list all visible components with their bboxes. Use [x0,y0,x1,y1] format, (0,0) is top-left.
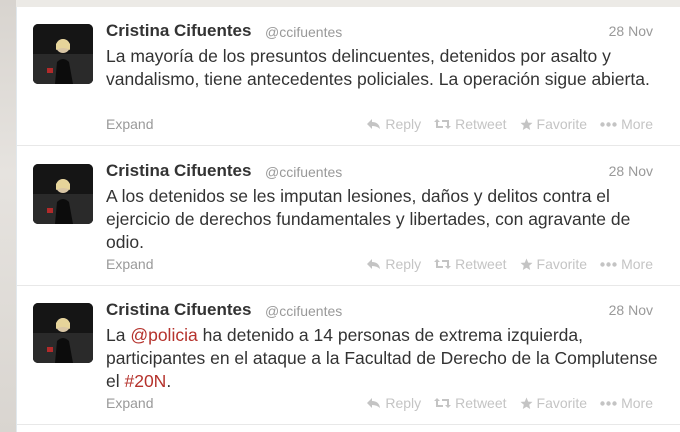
retweet-label: Retweet [455,116,507,132]
more-label: More [621,116,653,132]
reply-button[interactable]: Reply [366,256,421,272]
tweet-actions: Reply Retweet Favorite More [366,256,653,272]
reply-button[interactable]: Reply [366,395,421,411]
tweet-date[interactable]: 28 Nov [609,302,653,318]
more-label: More [621,256,653,272]
tweet-text-segment: A los detenidos se les imputan lesiones,… [106,186,631,252]
reply-icon [367,398,381,408]
author-handle[interactable]: @ccifuentes [265,24,342,40]
retweet-button[interactable]: Retweet [434,256,507,272]
tweet-date[interactable]: 28 Nov [609,163,653,179]
author-handle[interactable]: @ccifuentes [265,164,342,180]
more-button[interactable]: More [600,395,653,411]
tweet-text-segment: La mayoría de los presuntos delincuentes… [106,46,650,89]
retweet-label: Retweet [455,256,507,272]
tweet-text: La mayoría de los presuntos delincuentes… [106,45,666,91]
more-icon [600,400,617,406]
reply-label: Reply [385,256,422,272]
avatar[interactable] [33,164,93,224]
author-handle[interactable]: @ccifuentes [265,303,342,319]
retweet-icon [434,259,452,269]
retweet-icon [434,398,452,408]
favorite-icon [520,397,533,409]
expand-link[interactable]: Expand [106,395,153,411]
expand-link[interactable]: Expand [106,256,153,272]
favorite-label: Favorite [536,395,588,411]
more-icon [600,121,617,127]
favorite-label: Favorite [536,116,588,132]
favorite-label: Favorite [536,256,588,272]
avatar[interactable] [33,303,93,363]
reply-icon [367,259,381,269]
author-name[interactable]: Cristina Cifuentes [106,21,251,41]
tweet-text-segment: La [106,325,131,345]
mention-link[interactable]: @policia [130,325,197,345]
author-name[interactable]: Cristina Cifuentes [106,300,251,320]
tweet-item[interactable]: Cristina Cifuentes @ccifuentes 28 Nov La… [17,286,680,425]
more-button[interactable]: More [600,256,653,272]
author-name[interactable]: Cristina Cifuentes [106,161,251,181]
favorite-icon [520,118,533,130]
retweet-button[interactable]: Retweet [434,395,507,411]
reply-button[interactable]: Reply [366,116,421,132]
favorite-button[interactable]: Favorite [520,256,588,272]
timeline: Cristina Cifuentes @ccifuentes 28 Nov La… [16,7,680,432]
more-label: More [621,395,653,411]
more-icon [600,261,617,267]
tweet-text-segment: . [166,371,172,391]
reply-label: Reply [385,116,422,132]
favorite-icon [520,258,533,270]
tweet-item[interactable]: Cristina Cifuentes @ccifuentes 28 Nov La… [17,7,680,146]
tweet-text: A los detenidos se les imputan lesiones,… [106,185,666,254]
tweet-text: La @policia ha detenido a 14 personas de… [106,324,666,393]
expand-link[interactable]: Expand [106,116,153,132]
more-button[interactable]: More [600,116,653,132]
reply-icon [367,119,381,129]
favorite-button[interactable]: Favorite [520,116,588,132]
tweet-actions: Reply Retweet Favorite More [366,116,653,132]
retweet-button[interactable]: Retweet [434,116,507,132]
hashtag-link[interactable]: #20N [124,371,166,391]
tweet-item[interactable]: Cristina Cifuentes @ccifuentes 28 Nov A … [17,147,680,286]
tweet-date[interactable]: 28 Nov [609,23,653,39]
tweet-actions: Reply Retweet Favorite More [366,395,653,411]
background-strip [0,0,16,432]
reply-label: Reply [385,395,422,411]
retweet-label: Retweet [455,395,507,411]
favorite-button[interactable]: Favorite [520,395,588,411]
avatar[interactable] [33,24,93,84]
retweet-icon [434,119,452,129]
